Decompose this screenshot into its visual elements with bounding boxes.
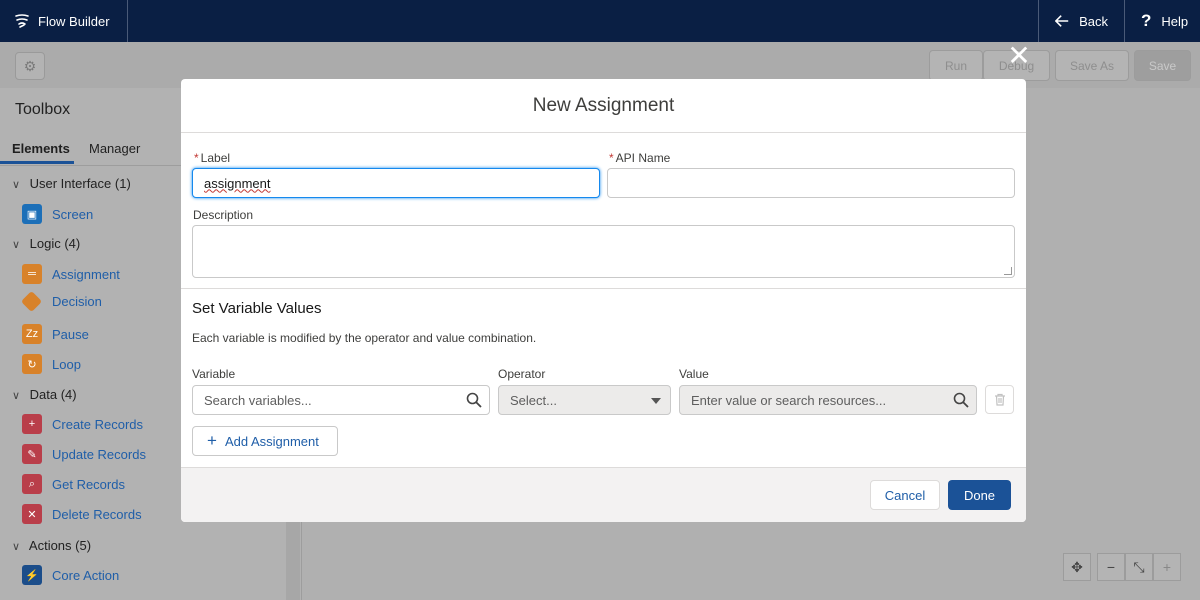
value-search-input[interactable]: Enter value or search resources...	[679, 385, 977, 415]
app-title: Flow Builder	[38, 13, 110, 29]
back-label: Back	[1079, 13, 1108, 29]
chevron-down-icon: ∨	[12, 541, 21, 553]
search-icon	[466, 392, 482, 408]
required-indicator: *	[194, 151, 199, 165]
save-button[interactable]: Save	[1134, 50, 1191, 81]
variable-search-input[interactable]: Search variables...	[192, 385, 490, 415]
set-variable-values-title: Set Variable Values	[192, 300, 322, 317]
question-icon: ?	[1141, 11, 1152, 30]
modal-header: New Assignment	[181, 79, 1026, 133]
help-label: Help	[1161, 13, 1189, 29]
api-name-field-label: * API Name	[609, 151, 671, 165]
sidebar-item-screen[interactable]: ▣ Screen	[22, 204, 93, 224]
variable-label: Variable	[192, 367, 236, 381]
minus-icon: −	[1106, 559, 1116, 575]
sidebar-item-decision[interactable]: Decision	[20, 290, 102, 313]
section-divider	[181, 288, 1026, 289]
save-as-button[interactable]: Save As	[1055, 50, 1129, 81]
back-button[interactable]: Back	[1038, 0, 1124, 42]
gear-icon: ⚙	[23, 57, 37, 74]
plus-icon: +	[207, 431, 217, 450]
chevron-down-icon: ∨	[12, 239, 21, 251]
value-label: Value	[679, 367, 709, 381]
section-user-interface[interactable]: ∨ User Interface (1)	[12, 176, 131, 191]
caret-down-icon	[651, 398, 661, 404]
chevron-down-icon: ∨	[12, 390, 21, 402]
search-icon	[953, 392, 969, 408]
app-brand: Flow Builder	[0, 0, 128, 42]
operator-label: Operator	[498, 367, 546, 381]
description-textarea[interactable]	[192, 225, 1015, 278]
section-logic[interactable]: ∨ Logic (4)	[12, 236, 80, 251]
get-records-icon: ⌕	[22, 474, 42, 494]
screen-icon: ▣	[22, 204, 42, 224]
required-indicator: *	[609, 151, 614, 165]
description-field-label: Description	[193, 208, 254, 222]
sidebar-item-assignment[interactable]: ═ Assignment	[22, 264, 120, 284]
section-data[interactable]: ∨ Data (4)	[12, 387, 77, 402]
delete-row-button[interactable]	[985, 385, 1014, 414]
resize-handle-icon[interactable]	[1004, 267, 1012, 275]
sidebar-item-delete-records[interactable]: ✕ Delete Records	[22, 504, 142, 524]
decision-icon	[20, 290, 43, 313]
sidebar-item-core-action[interactable]: ⚡ Core Action	[22, 565, 119, 585]
zoom-in-button[interactable]: +	[1153, 553, 1181, 581]
api-name-input[interactable]	[607, 168, 1015, 198]
plus-icon: +	[1162, 559, 1172, 575]
close-icon: ✕	[1007, 40, 1031, 71]
done-button[interactable]: Done	[948, 480, 1011, 510]
zoom-out-button[interactable]: −	[1097, 553, 1125, 581]
core-action-icon: ⚡	[22, 565, 42, 585]
sidebar-item-pause[interactable]: Zz Pause	[22, 324, 89, 344]
toolbox-title: Toolbox	[15, 101, 71, 118]
set-variable-values-description: Each variable is modified by the operato…	[192, 331, 537, 345]
arrow-left-icon	[1055, 15, 1069, 27]
close-modal-button[interactable]: ✕	[1006, 42, 1032, 70]
new-assignment-modal: New Assignment * Label assignment * API Na…	[181, 79, 1026, 522]
shrink-icon: ⤡	[1133, 558, 1145, 575]
add-assignment-button[interactable]: + Add Assignment	[192, 426, 338, 456]
create-records-icon: +	[22, 414, 42, 434]
update-records-icon: ✎	[22, 444, 42, 464]
assignment-icon: ═	[22, 264, 42, 284]
sidebar-item-update-records[interactable]: ✎ Update Records	[22, 444, 146, 464]
modal-title: New Assignment	[532, 94, 675, 116]
sidebar-item-loop[interactable]: ↻ Loop	[22, 354, 81, 374]
pause-icon: Zz	[22, 324, 42, 344]
cancel-button[interactable]: Cancel	[870, 480, 940, 510]
pan-button[interactable]: ✥	[1063, 553, 1091, 581]
help-button[interactable]: ? Help	[1124, 0, 1200, 42]
section-actions[interactable]: ∨ Actions (5)	[12, 538, 91, 553]
move-icon: ✥	[1071, 558, 1083, 575]
trash-icon	[994, 393, 1005, 406]
tab-elements[interactable]: Elements	[12, 141, 70, 156]
fit-to-view-button[interactable]: ⤡	[1125, 553, 1153, 581]
app-header: Flow Builder Back ? Help	[0, 0, 1200, 42]
flow-logo-icon	[15, 14, 29, 28]
active-tab-indicator	[0, 161, 74, 164]
zoom-controls: − ⤡ +	[1097, 553, 1181, 581]
loop-icon: ↻	[22, 354, 42, 374]
chevron-down-icon: ∨	[12, 179, 21, 191]
sidebar-item-get-records[interactable]: ⌕ Get Records	[22, 474, 125, 494]
tab-manager[interactable]: Manager	[89, 141, 140, 156]
label-input[interactable]: assignment	[192, 168, 600, 198]
sidebar-item-create-records[interactable]: + Create Records	[22, 414, 143, 434]
pan-control: ✥	[1063, 553, 1091, 581]
settings-button[interactable]: ⚙	[15, 52, 45, 80]
delete-records-icon: ✕	[22, 504, 42, 524]
label-field-label: * Label	[194, 151, 231, 165]
operator-select[interactable]: Select...	[498, 385, 671, 415]
run-button[interactable]: Run	[929, 50, 983, 81]
